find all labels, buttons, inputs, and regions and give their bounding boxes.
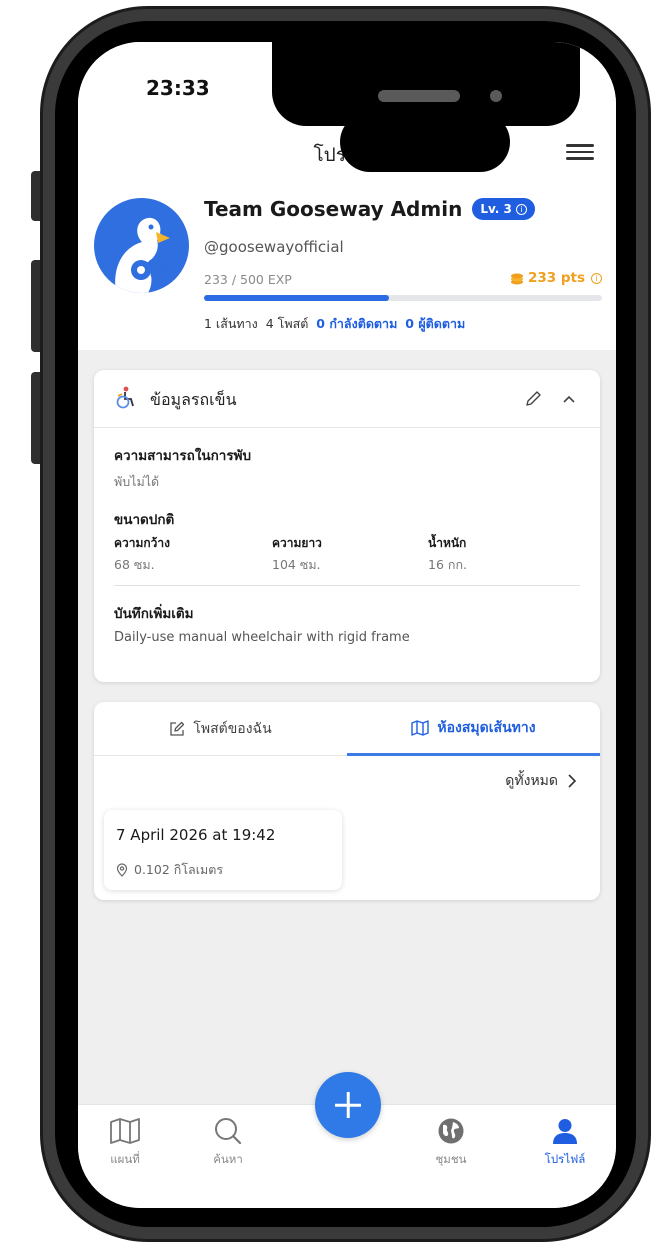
route-distance: 0.102 กิโลเมตร: [116, 860, 223, 880]
wheelchair-card-title: ข้อมูลรถเข็น: [150, 390, 237, 409]
speaker-grille: [378, 90, 460, 102]
route-distance-value: 0.102 กิโลเมตร: [134, 862, 224, 877]
length-label: ความยาว: [272, 536, 322, 550]
phone-screen: 23:33 ..... โปรไฟล์ Team Gooseway Admin …: [78, 42, 616, 1208]
dynamic-island: [340, 112, 510, 172]
globe-icon: [438, 1118, 464, 1144]
length-field: ความยาว 104 ซม.: [272, 534, 322, 575]
level-label: Lv. 3: [480, 202, 512, 216]
route-date: 7 April 2026 at 19:42: [116, 826, 276, 844]
weight-field: น้ำหนัก 16 กก.: [428, 534, 467, 575]
notes-value: Daily-use manual wheelchair with rigid f…: [114, 630, 410, 645]
wheelchair-card-header[interactable]: ข้อมูลรถเข็น: [94, 370, 600, 428]
edit-pencil-icon[interactable]: [524, 390, 542, 408]
length-value: 104 ซม.: [272, 557, 321, 572]
edit-square-icon: [170, 721, 185, 736]
width-value: 68 ซม.: [114, 557, 155, 572]
map-icon: [411, 719, 430, 736]
wheelchair-icon: [116, 386, 134, 409]
tab-route-library[interactable]: ห้องสมุดเส้นทาง: [347, 702, 600, 756]
nav-map-label: แผนที่: [110, 1152, 140, 1166]
divider: [114, 585, 580, 586]
notes-label: บันทึกเพิ่มเติม: [114, 606, 194, 622]
front-camera: [490, 90, 502, 102]
nav-item-profile[interactable]: โปรไฟล์: [530, 1117, 600, 1169]
tab-my-posts[interactable]: โพสต์ของฉัน: [94, 702, 347, 756]
weight-value: 16 กก.: [428, 557, 467, 572]
nav-community-label: ชุมชน: [435, 1152, 467, 1166]
exp-text: 233 / 500 EXP: [204, 272, 292, 287]
status-time: 23:33: [146, 76, 210, 100]
nav-search-label: ค้นหา: [213, 1152, 243, 1166]
map-icon: [110, 1118, 140, 1144]
exp-progress-fill: [204, 295, 390, 301]
search-icon: [215, 1118, 242, 1145]
weight-label: น้ำหนัก: [428, 536, 467, 550]
points-display[interactable]: 233 pts i: [510, 270, 602, 286]
width-field: ความกว้าง 68 ซม.: [114, 534, 170, 575]
see-all-link[interactable]: ดูทั้งหมด: [505, 770, 578, 792]
profile-stats: 1 เส้นทาง 4 โพสต์ 0 กำลังติดตาม 0 ผู้ติด…: [204, 314, 465, 334]
width-label: ความกว้าง: [114, 536, 171, 550]
routes-card: โพสต์ของฉัน ห้องสมุดเส้นทาง ดูทั้งหมด 7 …: [94, 702, 600, 900]
user-name: Team Gooseway Admin: [204, 197, 463, 221]
following-count[interactable]: 0 กำลังติดตาม: [316, 316, 397, 331]
exp-progress-bar: [204, 295, 602, 301]
chevron-right-icon: [568, 774, 577, 788]
fold-value: พับไม่ได้: [114, 474, 160, 489]
nav-item-map[interactable]: แผนที่: [90, 1117, 160, 1169]
chevron-up-icon[interactable]: [562, 392, 576, 406]
tab-my-posts-label: โพสต์ของฉัน: [193, 721, 272, 737]
route-list-item[interactable]: 7 April 2026 at 19:42 0.102 กิโลเมตร: [104, 810, 342, 890]
coins-icon: [510, 273, 523, 285]
tab-bar: โพสต์ของฉัน ห้องสมุดเส้นทาง: [94, 702, 600, 756]
nav-profile-label: โปรไฟล์: [544, 1152, 586, 1166]
posts-count: 4 โพสต์: [265, 316, 309, 331]
hamburger-menu-icon[interactable]: [566, 140, 594, 162]
add-button[interactable]: [315, 1072, 381, 1138]
location-pin-icon: [116, 863, 128, 877]
user-icon: [553, 1119, 577, 1144]
tab-route-library-label: ห้องสมุดเส้นทาง: [437, 719, 536, 736]
level-badge[interactable]: Lv. 3 i: [472, 198, 535, 220]
nav-item-search[interactable]: ค้นหา: [193, 1117, 263, 1169]
points-info-icon: i: [591, 272, 602, 284]
name-row: Team Gooseway Admin Lv. 3 i: [204, 197, 535, 221]
nav-item-community[interactable]: ชุมชน: [416, 1117, 486, 1169]
size-label: ขนาดปกติ: [114, 512, 175, 528]
user-handle: @goosewayofficial: [204, 238, 344, 256]
routes-count: 1 เส้นทาง: [204, 316, 258, 331]
wheelchair-info-card: ข้อมูลรถเข็น ความสามารถในการพับ พับไม่ได…: [94, 370, 600, 682]
followers-count[interactable]: 0 ผู้ติดตาม: [405, 316, 465, 331]
level-info-icon: i: [515, 203, 527, 215]
see-all-label: ดูทั้งหมด: [505, 773, 558, 789]
fold-label: ความสามารถในการพับ: [114, 448, 252, 464]
points-value: 233 pts: [527, 270, 585, 286]
goose-logo-icon: [115, 217, 170, 293]
avatar[interactable]: [94, 198, 189, 293]
